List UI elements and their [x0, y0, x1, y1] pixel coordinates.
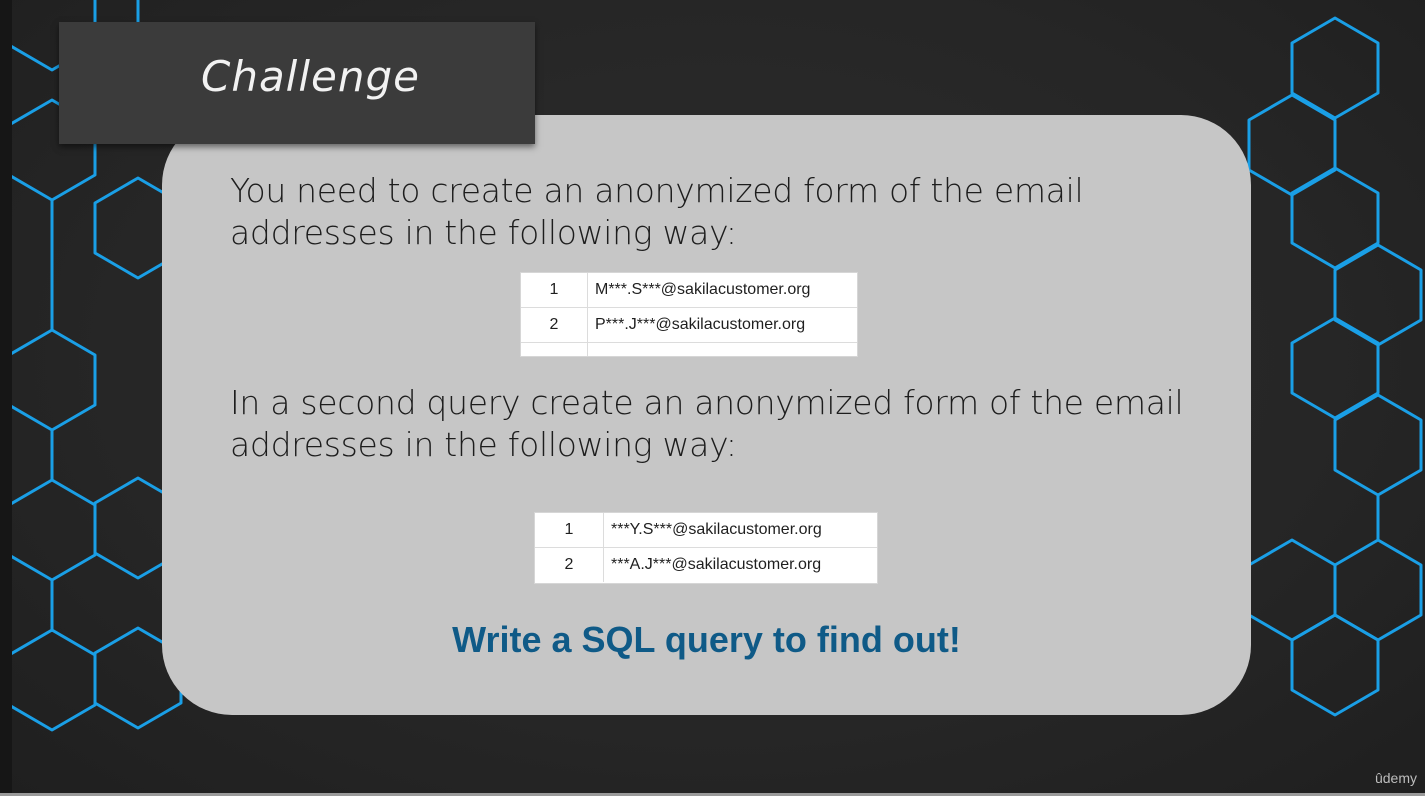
table-row: 2 ***A.J***@sakilacustomer.org [535, 548, 877, 582]
slide: You need to create an anonymized form of… [12, 0, 1425, 796]
slide-title: Challenge [201, 52, 420, 101]
row-number: 1 [535, 513, 604, 547]
left-edge-strip [0, 0, 12, 796]
hexagon-pattern-right [1247, 16, 1423, 717]
table-row: 1 ***Y.S***@sakilacustomer.org [535, 513, 877, 548]
row-number-cell [521, 343, 588, 356]
table-row: 1 M***.S***@sakilacustomer.org [521, 273, 857, 308]
anonymized-email: P***.J***@sakilacustomer.org [595, 316, 806, 333]
instruction-paragraph-2: In a second query create an anonymized f… [230, 383, 1184, 464]
anonymized-email: M***.S***@sakilacustomer.org [595, 281, 811, 298]
challenge-card: You need to create an anonymized form of… [162, 115, 1251, 715]
call-to-action: Write a SQL query to find out! [452, 619, 961, 660]
example-table-1: 1 M***.S***@sakilacustomer.org 2 P***.J*… [520, 272, 858, 357]
anonymized-email: ***Y.S***@sakilacustomer.org [611, 521, 822, 538]
row-number: 2 [521, 308, 588, 342]
row-number: 2 [535, 548, 604, 582]
row-number: 1 [521, 273, 588, 307]
table-row-partial [521, 343, 857, 356]
udemy-logo: ûdemy [1374, 770, 1417, 786]
instruction-paragraph-1: You need to create an anonymized form of… [230, 171, 1084, 252]
anonymized-email: ***A.J***@sakilacustomer.org [611, 556, 822, 573]
table-row: 2 P***.J***@sakilacustomer.org [521, 308, 857, 343]
example-table-2: 1 ***Y.S***@sakilacustomer.org 2 ***A.J*… [534, 512, 878, 584]
title-banner: Challenge [59, 22, 535, 144]
